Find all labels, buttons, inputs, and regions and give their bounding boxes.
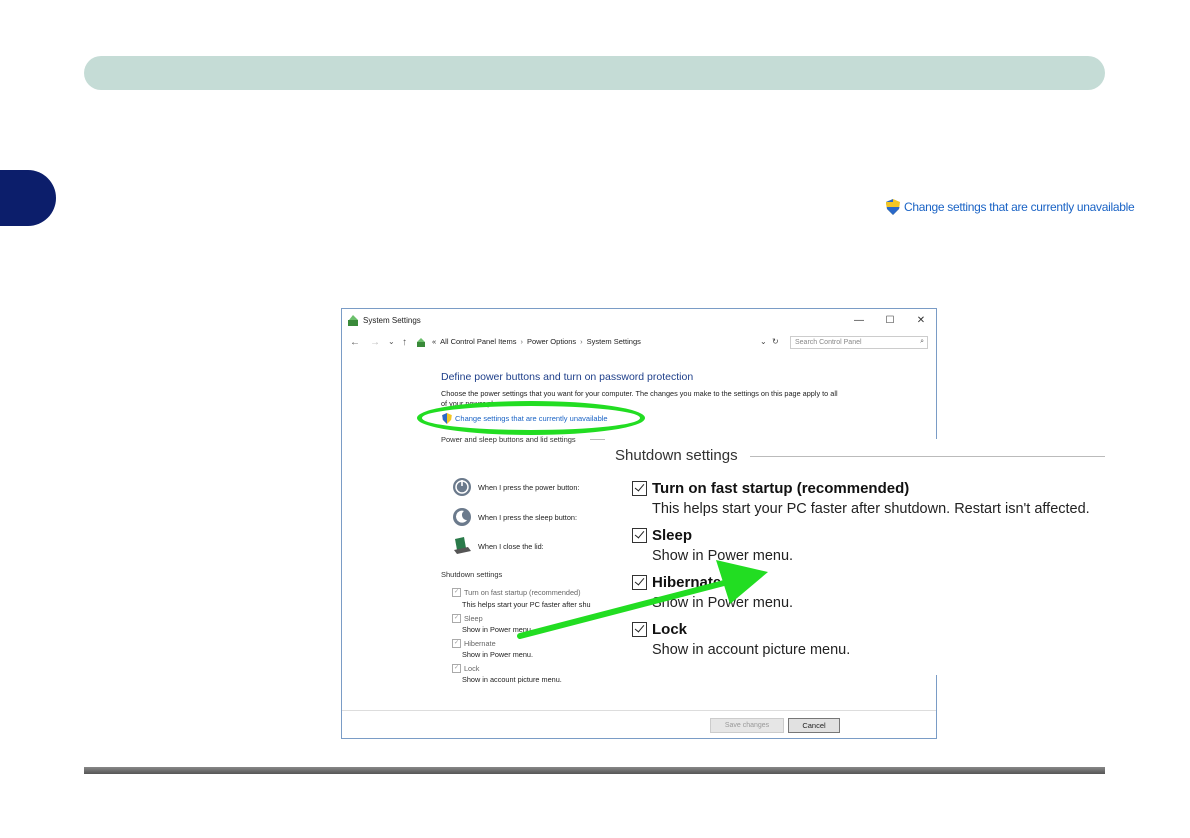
- fast-startup-desc: This helps start your PC faster after sh…: [462, 600, 591, 609]
- sleep-icon: [453, 508, 471, 526]
- breadcrumb-item[interactable]: System Settings: [587, 337, 641, 346]
- highlight-ellipse: [417, 401, 645, 435]
- zoom-lock-label: Lock: [652, 621, 688, 638]
- sleep-label: Sleep: [464, 614, 483, 623]
- check-icon: ✓: [452, 614, 461, 623]
- zoom-lock-checkbox[interactable]: Lock: [632, 621, 687, 638]
- power-sleep-section-label: Power and sleep buttons and lid settings: [441, 435, 576, 444]
- zoom-hibernate-desc: Show in Power menu.: [652, 595, 794, 611]
- address-bar[interactable]: « All Control Panel Items › Power Option…: [432, 337, 641, 346]
- minimize-button[interactable]: —: [850, 313, 868, 329]
- change-settings-link-callout[interactable]: Change settings that are currently unava…: [886, 199, 1135, 215]
- zoom-hibernate-label: Hibernate: [652, 574, 722, 591]
- check-icon: ✓: [452, 639, 461, 648]
- window-title: System Settings: [363, 316, 421, 325]
- control-panel-icon: [417, 338, 425, 347]
- check-icon: ✓: [452, 664, 461, 673]
- zoom-fast-startup-desc: This helps start your PC faster after sh…: [652, 501, 1090, 517]
- breadcrumb-separator: ›: [580, 337, 583, 346]
- fast-startup-label: Turn on fast startup (recommended): [464, 588, 581, 597]
- power-icon: [453, 478, 471, 496]
- zoom-title: Shutdown settings: [615, 447, 738, 464]
- footer-divider: [342, 710, 936, 711]
- forward-button[interactable]: →: [370, 337, 380, 348]
- recent-locations-button[interactable]: ⌄: [388, 337, 395, 346]
- lid-row: When I close the lid:: [452, 536, 544, 556]
- maximize-button[interactable]: ☐: [881, 313, 899, 329]
- uac-shield-icon: [886, 199, 900, 215]
- power-button-row: When I press the power button:: [452, 477, 579, 497]
- shutdown-settings-zoom: Shutdown settings Turn on fast startup (…: [605, 439, 1105, 675]
- zoom-divider: [750, 456, 1105, 457]
- sleep-checkbox[interactable]: ✓ Sleep: [452, 614, 483, 623]
- breadcrumb-item[interactable]: Power Options: [527, 337, 576, 346]
- search-input[interactable]: Search Control Panel ⌕: [790, 336, 928, 349]
- lock-desc: Show in account picture menu.: [462, 675, 562, 684]
- sleep-button-label: When I press the sleep button:: [478, 512, 577, 522]
- breadcrumb-separator: ›: [520, 337, 523, 346]
- cancel-button[interactable]: Cancel: [788, 718, 840, 733]
- search-icon[interactable]: ⌕: [920, 338, 924, 346]
- zoom-sleep-checkbox[interactable]: Sleep: [632, 527, 692, 544]
- shutdown-section-label: Shutdown settings: [441, 570, 503, 579]
- power-button-label: When I press the power button:: [478, 482, 580, 492]
- zoom-fast-startup-label: Turn on fast startup (recommended): [652, 480, 910, 497]
- chapter-tab: [0, 170, 56, 226]
- checkbox-checked-icon: [632, 481, 647, 496]
- checkbox-checked-icon: [632, 528, 647, 543]
- page-heading: Define power buttons and turn on passwor…: [441, 371, 694, 383]
- checkbox-checked-icon: [632, 575, 647, 590]
- breadcrumb-overflow[interactable]: «: [432, 337, 436, 346]
- close-button[interactable]: ✕: [912, 313, 930, 329]
- zoom-sleep-label: Sleep: [652, 527, 693, 544]
- navigation-bar: ← → ⌄ ↑ « All Control Panel Items › Powe…: [342, 335, 936, 353]
- sleep-desc: Show in Power menu.: [462, 625, 533, 634]
- power-options-icon: [348, 315, 358, 326]
- hibernate-label: Hibernate: [464, 639, 496, 648]
- checkbox-checked-icon: [632, 622, 647, 637]
- sleep-button-row: When I press the sleep button:: [452, 507, 577, 527]
- laptop-icon: [454, 537, 471, 554]
- lid-label: When I close the lid:: [478, 541, 544, 551]
- up-button[interactable]: ↑: [402, 337, 407, 348]
- header-bar: [84, 56, 1105, 90]
- check-icon: ✓: [452, 588, 461, 597]
- fast-startup-checkbox[interactable]: ✓ Turn on fast startup (recommended): [452, 588, 581, 597]
- address-dropdown-button[interactable]: ⌄: [760, 337, 767, 346]
- search-placeholder: Search Control Panel: [795, 339, 862, 346]
- change-settings-link-label: Change settings that are currently unava…: [904, 200, 1135, 214]
- zoom-lock-desc: Show in account picture menu.: [652, 642, 851, 658]
- title-bar: System Settings — ☐ ✕: [342, 309, 936, 333]
- refresh-button[interactable]: ↻: [772, 337, 779, 346]
- lock-label: Lock: [464, 664, 480, 673]
- save-changes-button[interactable]: Save changes: [710, 718, 784, 733]
- hibernate-desc: Show in Power menu.: [462, 650, 533, 659]
- zoom-hibernate-checkbox[interactable]: Hibernate: [632, 574, 721, 591]
- hibernate-checkbox[interactable]: ✓ Hibernate: [452, 639, 496, 648]
- footer-rule: [84, 767, 1105, 774]
- back-button[interactable]: ←: [350, 337, 360, 348]
- lock-checkbox[interactable]: ✓ Lock: [452, 664, 479, 673]
- breadcrumb-item[interactable]: All Control Panel Items: [440, 337, 516, 346]
- zoom-sleep-desc: Show in Power menu.: [652, 548, 794, 564]
- zoom-fast-startup-checkbox[interactable]: Turn on fast startup (recommended): [632, 480, 909, 497]
